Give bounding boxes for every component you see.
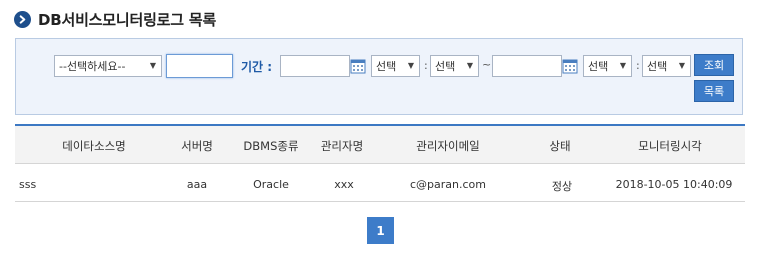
- chevron-down-icon: ▼: [619, 61, 626, 70]
- start-hour-select[interactable]: 선택 ▼: [371, 55, 420, 77]
- search-button[interactable]: 조회: [694, 54, 734, 76]
- start-hour-value: 선택: [376, 60, 397, 73]
- period-label: 기간 :: [241, 60, 273, 74]
- search-input[interactable]: [166, 54, 233, 78]
- row-divider: [15, 201, 745, 202]
- search-panel: --선택하세요-- ▼ 기간 : 선택 ▼ : 선택 ▼ ~ 선택 ▼ : 선택…: [15, 38, 743, 115]
- category-select-value: --선택하세요--: [59, 60, 126, 73]
- chevron-down-icon: ▼: [678, 61, 685, 70]
- pagination-page-current[interactable]: 1: [367, 217, 394, 244]
- column-header: 상태: [549, 139, 571, 153]
- end-minute-value: 선택: [647, 60, 668, 73]
- list-button[interactable]: 목록: [694, 80, 734, 102]
- cell-datasource: sss: [19, 178, 37, 191]
- table-header: 데이타소스명 서버명 DBMS종류 관리자명 관리자이메일 상태 모니터링시각: [15, 126, 745, 164]
- cell-admin-email: c@paran.com: [410, 178, 486, 191]
- end-hour-value: 선택: [588, 60, 609, 73]
- page-title: DB서비스모니터링로그 목록: [38, 11, 217, 29]
- start-date-input[interactable]: [280, 55, 350, 77]
- cell-admin-name: xxx: [334, 178, 354, 191]
- calendar-icon[interactable]: [562, 58, 578, 74]
- calendar-icon[interactable]: [350, 58, 366, 74]
- cell-status: 정상: [551, 180, 573, 193]
- time-colon: :: [636, 59, 640, 72]
- cell-dbms: Oracle: [253, 178, 289, 191]
- end-date-input[interactable]: [492, 55, 562, 77]
- start-minute-value: 선택: [435, 60, 456, 73]
- chevron-right-circle-icon: [14, 11, 31, 28]
- end-minute-select[interactable]: 선택 ▼: [642, 55, 691, 77]
- start-minute-select[interactable]: 선택 ▼: [430, 55, 479, 77]
- column-header: DBMS종류: [243, 139, 299, 153]
- column-header: 모니터링시각: [638, 139, 702, 153]
- time-colon: :: [424, 59, 428, 72]
- end-hour-select[interactable]: 선택 ▼: [583, 55, 632, 77]
- column-header: 관리자명: [320, 139, 364, 153]
- cell-monitoring-time: 2018-10-05 10:40:09: [615, 178, 733, 191]
- range-tilde: ~: [482, 58, 492, 71]
- column-header: 서버명: [181, 139, 213, 153]
- chevron-down-icon: ▼: [466, 61, 473, 70]
- chevron-down-icon: ▼: [149, 61, 156, 70]
- chevron-down-icon: ▼: [407, 61, 414, 70]
- column-header: 데이타소스명: [62, 139, 126, 153]
- category-select[interactable]: --선택하세요-- ▼: [54, 55, 162, 77]
- column-header: 관리자이메일: [416, 139, 480, 153]
- cell-server: aaa: [186, 178, 208, 191]
- page-header: DB서비스모니터링로그 목록: [14, 9, 216, 30]
